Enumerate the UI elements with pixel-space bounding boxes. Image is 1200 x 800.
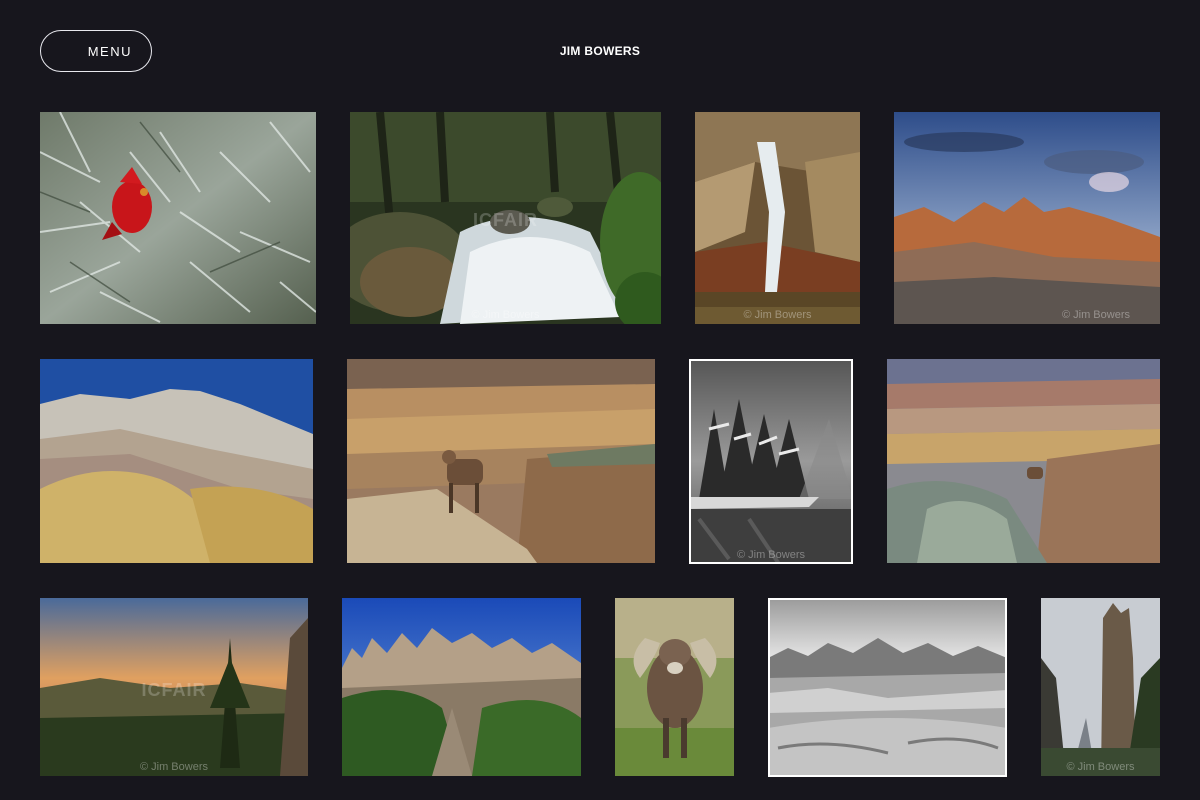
gallery-thumb-forest-waterfall[interactable]: ICFAIR © Jim Bowers: [350, 112, 661, 324]
needles-photo: [342, 598, 581, 776]
gallery-thumb-badlands-sunset[interactable]: © Jim Bowers: [894, 112, 1160, 324]
gallery-thumb-snowy-island[interactable]: © Jim Bowers: [689, 359, 853, 564]
snowy-island-photo: [689, 359, 853, 564]
gallery-thumb-badlands-bw[interactable]: [768, 598, 1007, 777]
header: MENU JIM BOWERS: [0, 0, 1200, 100]
gallery-thumb-needles[interactable]: [342, 598, 581, 776]
site-title[interactable]: JIM BOWERS: [0, 44, 1200, 58]
gallery-thumb-bighorn-ledge[interactable]: [347, 359, 655, 563]
gallery-thumb-yellow-mounds[interactable]: [40, 359, 313, 563]
yellow-mounds-photo: [40, 359, 313, 563]
gallery-thumb-misty-spire[interactable]: © Jim Bowers: [1041, 598, 1160, 776]
badlands-bw-photo: [768, 598, 1007, 777]
forest-waterfall-photo: [350, 112, 661, 324]
gallery-thumb-cardinal[interactable]: [40, 112, 316, 324]
cave-waterfall-photo: [695, 112, 860, 324]
badlands-bighorn-photo: [887, 359, 1160, 563]
bighorn-ledge-photo: [347, 359, 655, 563]
pine-sunset-photo: [40, 598, 308, 776]
badlands-sunset-photo: [894, 112, 1160, 324]
gallery-thumb-cave-waterfall[interactable]: © Jim Bowers: [695, 112, 860, 324]
gallery-thumb-pine-sunset[interactable]: ICFAIR © Jim Bowers: [40, 598, 308, 776]
gallery-thumb-badlands-bighorn[interactable]: [887, 359, 1160, 563]
cardinal-photo: [40, 112, 316, 324]
gallery-thumb-bighorn-ram[interactable]: [615, 598, 734, 776]
bighorn-ram-photo: [615, 598, 734, 776]
misty-spire-photo: [1041, 598, 1160, 776]
